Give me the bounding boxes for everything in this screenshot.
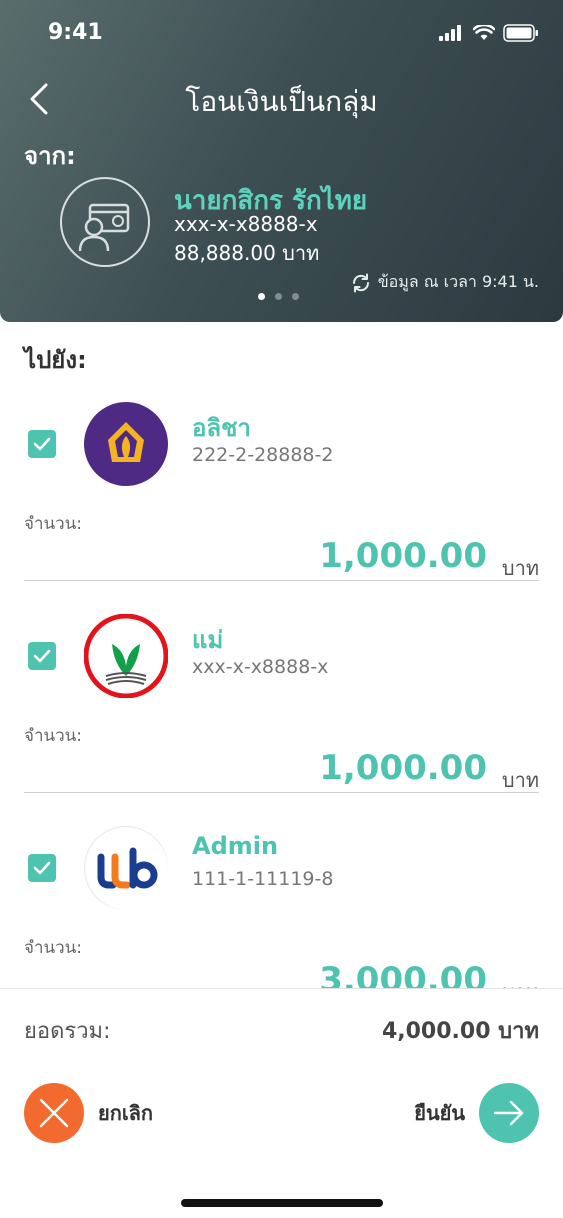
cancel-label[interactable]: ยกเลิก xyxy=(98,1097,153,1129)
close-icon[interactable] xyxy=(24,1083,84,1143)
updated-time-text: ข้อมูล ณ เวลา 9:41 น. xyxy=(377,272,539,291)
kbank-logo xyxy=(83,613,169,699)
recipient-name: แม่ xyxy=(192,626,224,654)
refresh-icon[interactable] xyxy=(350,272,372,294)
total-value: 4,000.00 บาท xyxy=(381,1019,539,1044)
page-title: โอนเงินเป็นกลุ่ม xyxy=(185,85,378,118)
ttb-logo xyxy=(84,826,168,910)
check-icon xyxy=(33,861,51,875)
confirm-button[interactable]: ยืนยัน xyxy=(414,1083,539,1143)
signal-icon xyxy=(439,25,461,41)
status-icons xyxy=(439,24,539,42)
page-indicator xyxy=(258,293,299,300)
cancel-button[interactable]: ยกเลิก xyxy=(24,1083,153,1143)
recipient-account: xxx-x-x8888-x xyxy=(192,656,329,678)
confirm-label[interactable]: ยืนยัน xyxy=(414,1097,465,1129)
recipient-checkbox[interactable] xyxy=(28,430,56,458)
recipient-account: 222-2-28888-2 xyxy=(192,444,334,466)
from-account-number: xxx-x-x8888-x xyxy=(174,212,318,236)
bottom-bar: ยอดรวม: 4,000.00 บาท ยกเลิก ยืนยัน xyxy=(0,988,563,1218)
wifi-icon xyxy=(473,25,495,40)
check-icon xyxy=(33,649,51,663)
account-card-icon xyxy=(60,177,150,267)
recipient-account: 111-1-11119-8 xyxy=(192,868,334,890)
amount-underline xyxy=(24,792,539,793)
recipient-item: แม่ xxx-x-x8888-x จำนวน: 1,000.00 บาท xyxy=(0,604,563,816)
total-label: ยอดรวม: xyxy=(24,1019,111,1044)
recipient-checkbox[interactable] xyxy=(28,642,56,670)
to-label: ไปยัง: xyxy=(24,346,87,374)
amount-label: จำนวน: xyxy=(24,938,83,958)
recipient-checkbox[interactable] xyxy=(28,854,56,882)
amount-input[interactable]: 1,000.00 xyxy=(319,748,487,788)
status-time: 9:41 xyxy=(48,20,103,45)
from-label: จาก: xyxy=(24,142,76,170)
scb-bank-logo xyxy=(84,402,168,486)
refresh-row[interactable]: ข้อมูล ณ เวลา 9:41 น. xyxy=(350,270,539,295)
recipient-name: อลิชา xyxy=(192,414,251,442)
amount-underline xyxy=(24,580,539,581)
home-indicator[interactable] xyxy=(181,1199,383,1207)
check-icon xyxy=(33,437,51,451)
from-account-balance: 88,888.00 บาท xyxy=(174,241,320,265)
battery-icon xyxy=(503,24,538,42)
recipient-item: อลิชา 222-2-28888-2 จำนวน: 1,000.00 บาท xyxy=(0,392,563,604)
amount-label: จำนวน: xyxy=(24,726,83,746)
page-dot[interactable] xyxy=(258,293,265,300)
header: 9:41 โอนเงินเป็นกลุ่ม จาก: นายกสิกร รักไ… xyxy=(0,0,563,322)
recipient-name: Admin xyxy=(192,832,279,860)
amount-label: จำนวน: xyxy=(24,514,83,534)
page-dot[interactable] xyxy=(275,293,282,300)
arrow-right-icon[interactable] xyxy=(479,1083,539,1143)
page-dot[interactable] xyxy=(292,293,299,300)
amount-input[interactable]: 1,000.00 xyxy=(319,536,487,576)
